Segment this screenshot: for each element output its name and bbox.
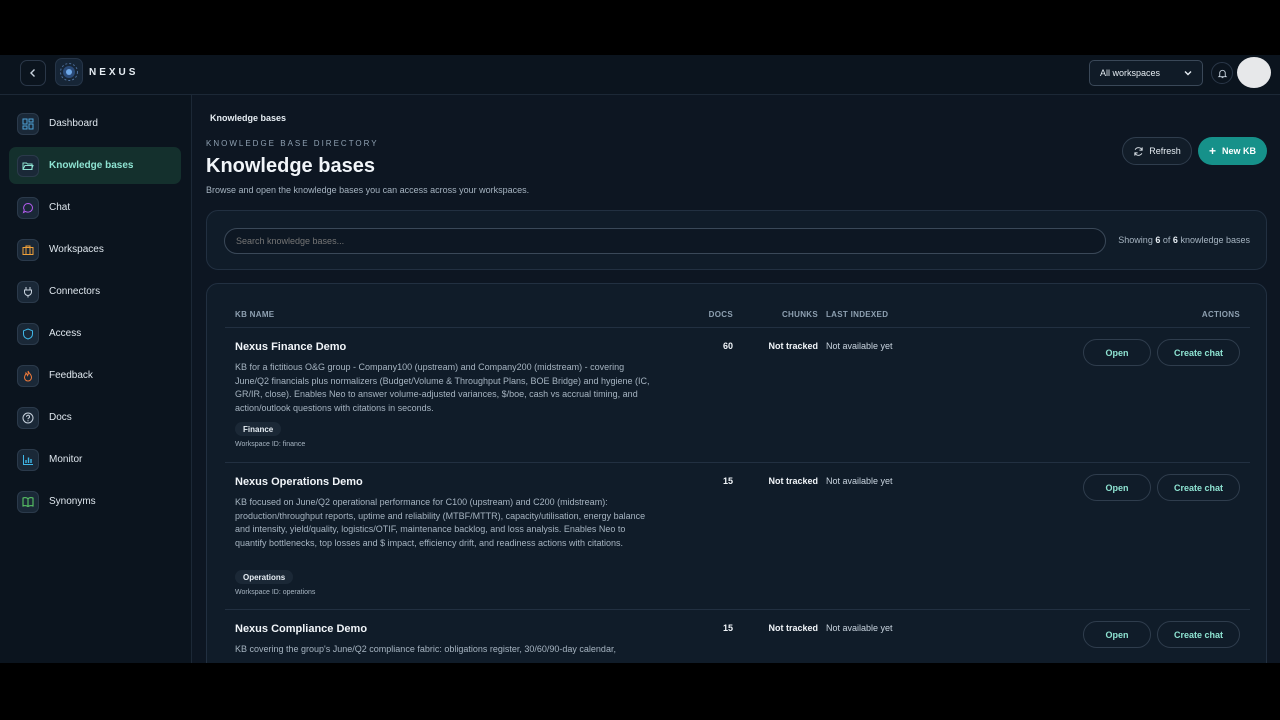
kb-tag: Finance: [235, 422, 282, 436]
sidebar-item-knowledge-bases[interactable]: Knowledge bases: [9, 147, 181, 184]
workspace-id: Workspace ID: operations: [235, 589, 316, 596]
new-kb-button[interactable]: + New KB: [1198, 137, 1267, 165]
result-count-prefix: Showing: [1118, 235, 1153, 245]
main-content: Knowledge bases KNOWLEDGE BASE DIRECTORY…: [193, 95, 1280, 663]
docs-count: 15: [722, 623, 733, 633]
bell-icon: [1217, 69, 1227, 78]
kb-tag: Operations: [235, 570, 294, 584]
last-indexed: Not available yet: [826, 341, 893, 351]
page-subtitle: Browse and open the knowledge bases you …: [206, 185, 530, 195]
sidebar-item-label: Synonyms: [49, 496, 96, 507]
docs-count: 15: [722, 476, 733, 486]
nexus-logo-icon[interactable]: [55, 58, 83, 86]
notifications-button[interactable]: [1211, 62, 1233, 84]
sidebar-item-label: Access: [49, 328, 82, 339]
sidebar-item-label: Dashboard: [49, 118, 98, 129]
workspace-select[interactable]: All workspaces: [1089, 60, 1203, 86]
column-header-name: KB NAME: [235, 310, 275, 319]
sidebar-item-label: Knowledge bases: [49, 160, 134, 171]
chunks-count: Not tracked: [768, 476, 818, 486]
app-window: NEXUS All workspaces Dashboard Knowledge…: [0, 55, 1280, 663]
sidebar-item-label: Feedback: [49, 370, 93, 381]
column-header-last-indexed: LAST INDEXED: [826, 310, 889, 319]
sidebar-item-dashboard[interactable]: Dashboard: [9, 105, 181, 142]
sidebar-item-label: Chat: [49, 202, 71, 213]
table-row: Nexus Compliance Demo KB covering the gr…: [225, 610, 1250, 663]
last-indexed: Not available yet: [826, 476, 893, 486]
result-count: Showing 6 of 6 knowledge bases: [1118, 235, 1250, 245]
table-row: Nexus Finance Demo KB for a fictitious O…: [225, 328, 1250, 463]
breadcrumb[interactable]: Knowledge bases: [210, 113, 286, 123]
workspace-select-value: All workspaces: [1100, 68, 1161, 78]
flame-icon: [17, 364, 39, 387]
column-header-actions: ACTIONS: [1201, 310, 1240, 319]
sidebar-item-workspaces[interactable]: Workspaces: [9, 231, 181, 268]
sidebar-item-label: Connectors: [49, 286, 101, 297]
dashboard-icon: [17, 112, 39, 135]
open-button[interactable]: Open: [1083, 339, 1151, 366]
kb-table: KB NAME DOCS CHUNKS LAST INDEXED ACTIONS…: [206, 283, 1267, 663]
avatar[interactable]: [1237, 57, 1271, 88]
search-card: Showing 6 of 6 knowledge bases: [206, 210, 1267, 270]
result-count-suffix: knowledge bases: [1180, 235, 1250, 245]
table-row: Nexus Operations Demo KB focused on June…: [225, 463, 1250, 610]
create-chat-button[interactable]: Create chat: [1157, 339, 1240, 366]
plus-icon: +: [1208, 144, 1216, 158]
shield-icon: [17, 322, 39, 345]
sidebar-item-synonyms[interactable]: Synonyms: [9, 483, 181, 520]
folder-open-icon: [17, 154, 39, 177]
sidebar-item-feedback[interactable]: Feedback: [9, 357, 181, 394]
kb-name[interactable]: Nexus Finance Demo: [235, 341, 346, 353]
open-button[interactable]: Open: [1083, 474, 1151, 501]
open-button[interactable]: Open: [1083, 621, 1151, 648]
bar-chart-icon: [17, 448, 39, 471]
sidebar-item-connectors[interactable]: Connectors: [9, 273, 181, 310]
top-bar: NEXUS All workspaces: [0, 55, 1280, 95]
workspace-id: Workspace ID: finance: [235, 441, 306, 448]
book-icon: [17, 490, 39, 513]
sidebar-item-label: Monitor: [49, 454, 83, 465]
kb-description: KB for a fictitious O&G group - Company1…: [235, 362, 650, 413]
chunks-count: Not tracked: [768, 623, 818, 633]
sidebar-item-access[interactable]: Access: [9, 315, 181, 352]
kb-description: KB covering the group's June/Q2 complian…: [235, 644, 616, 654]
kb-name[interactable]: Nexus Operations Demo: [235, 476, 363, 488]
chevron-down-icon: [1184, 71, 1192, 76]
sidebar-item-chat[interactable]: Chat: [9, 189, 181, 226]
sidebar-item-label: Docs: [49, 412, 72, 423]
page-title: Knowledge bases: [206, 155, 375, 177]
kb-description: KB focused on June/Q2 operational perfor…: [235, 497, 646, 548]
chevron-left-icon: [30, 69, 35, 77]
sidebar: Dashboard Knowledge bases Chat Workspace…: [0, 95, 192, 663]
briefcase-icon: [17, 238, 39, 261]
result-count-shown: 6: [1155, 235, 1161, 245]
plug-icon: [17, 280, 39, 303]
refresh-icon: [1134, 146, 1143, 156]
sidebar-item-docs[interactable]: Docs: [9, 399, 181, 436]
refresh-button[interactable]: Refresh: [1122, 137, 1192, 165]
chunks-count: Not tracked: [768, 341, 818, 351]
create-chat-button[interactable]: Create chat: [1157, 474, 1240, 501]
last-indexed: Not available yet: [826, 623, 893, 633]
column-header-chunks: CHUNKS: [781, 310, 818, 319]
sidebar-item-monitor[interactable]: Monitor: [9, 441, 181, 478]
new-kb-label: New KB: [1222, 146, 1257, 156]
result-count-of: of: [1162, 235, 1171, 245]
create-chat-button[interactable]: Create chat: [1157, 621, 1240, 648]
refresh-label: Refresh: [1149, 146, 1181, 156]
chat-icon: [17, 196, 39, 219]
result-count-total: 6: [1172, 235, 1178, 245]
sidebar-item-label: Workspaces: [49, 244, 104, 255]
page-eyebrow: KNOWLEDGE BASE DIRECTORY: [206, 139, 379, 148]
docs-count: 60: [722, 341, 733, 351]
back-button[interactable]: [20, 60, 46, 86]
search-input[interactable]: [224, 228, 1106, 254]
column-header-docs: DOCS: [708, 310, 733, 319]
kb-name[interactable]: Nexus Compliance Demo: [235, 623, 367, 635]
brand-name: NEXUS: [89, 67, 139, 78]
help-circle-icon: [17, 406, 39, 429]
